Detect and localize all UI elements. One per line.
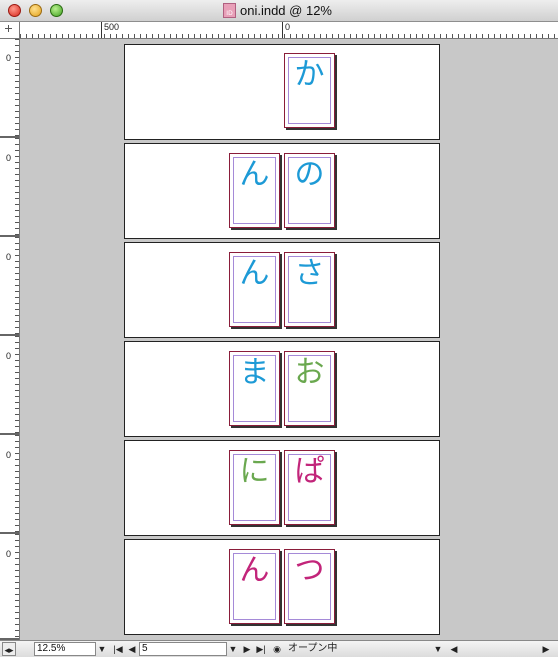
page-number-field[interactable]: 5 (139, 642, 227, 656)
ruler-label-0: 0 (6, 53, 12, 63)
zoom-dropdown-chevron-icon[interactable]: ▼ (96, 642, 108, 656)
zoom-level-value: 12.5% (37, 643, 66, 654)
ruler-label-0: 0 (6, 153, 12, 163)
ruler-label-0: 0 (6, 450, 12, 460)
ruler-major-tick (101, 22, 102, 38)
ruler-label-0: 0 (6, 549, 12, 559)
last-page-icon[interactable]: ▶| (255, 642, 267, 656)
ruler-label-500: 500 (104, 22, 120, 32)
page-right[interactable]: ぱ (284, 450, 335, 525)
document-status-text: オープン中 (288, 643, 338, 654)
open-status-icon[interactable]: ◉ (271, 642, 283, 656)
spread-4[interactable]: ま お (124, 341, 440, 437)
kana-character: つ (294, 553, 325, 588)
kana-character: の (294, 157, 325, 192)
kana-character: ん (239, 256, 270, 291)
page-right[interactable]: お (284, 351, 335, 426)
page-left[interactable]: ん (229, 252, 280, 327)
status-dropdown-chevron-icon[interactable]: ▼ (432, 642, 444, 656)
view-mode-toggle-icon[interactable]: ◂▸ (2, 642, 16, 656)
kana-character: に (239, 454, 270, 489)
page-left[interactable]: ん (229, 153, 280, 228)
vertical-ruler[interactable]: 0 0 0 0 0 0 (0, 39, 20, 640)
kana-character: か (294, 57, 325, 92)
status-bar: ◂▸ 12.5% ▼ |◀ ◀ 5 ▼ ▶ ▶| ◉ オープン中 ▼ ◀ ▶ (0, 640, 558, 657)
page-dropdown-chevron-icon[interactable]: ▼ (227, 642, 239, 656)
scroll-right-arrow-icon[interactable]: ▶ (536, 642, 556, 656)
spread-5[interactable]: に ぱ (124, 440, 440, 536)
next-page-icon[interactable]: ▶ (242, 642, 252, 656)
spread-1[interactable]: か (124, 44, 440, 140)
zoom-window-button[interactable] (50, 4, 63, 17)
kana-character: ん (239, 157, 270, 192)
scroll-left-arrow-icon[interactable]: ◀ (448, 642, 460, 656)
pasteboard[interactable]: か ん の ん さ ま お に ぱ ん つ (20, 39, 558, 640)
spread-2[interactable]: ん の (124, 143, 440, 239)
kana-character: ん (239, 553, 270, 588)
page-left[interactable]: ん (229, 549, 280, 624)
kana-character: ま (239, 355, 270, 390)
window-titlebar[interactable]: ID oni.indd @ 12% (0, 0, 558, 22)
crosshair-icon-vertical (8, 25, 9, 32)
close-window-button[interactable] (8, 4, 21, 17)
page-right[interactable]: か (284, 53, 335, 128)
spread-3[interactable]: ん さ (124, 242, 440, 338)
page-left[interactable]: ま (229, 351, 280, 426)
kana-character: お (294, 355, 325, 390)
previous-page-icon[interactable]: ◀ (127, 642, 137, 656)
zoom-level-field[interactable]: 12.5% (34, 642, 96, 656)
ruler-major-tick (282, 22, 283, 38)
page-right[interactable]: つ (284, 549, 335, 624)
horizontal-ruler[interactable]: 500 0 (20, 22, 558, 39)
page-right[interactable]: さ (284, 252, 335, 327)
ruler-origin-corner[interactable] (0, 22, 20, 39)
kana-character: ぱ (294, 454, 325, 489)
indesign-document-icon: ID (223, 3, 236, 18)
first-page-icon[interactable]: |◀ (112, 642, 124, 656)
page-number-value: 5 (142, 643, 148, 654)
page-right[interactable]: の (284, 153, 335, 228)
spread-6[interactable]: ん つ (124, 539, 440, 635)
ruler-label-0: 0 (6, 252, 12, 262)
window-title: oni.indd @ 12% (240, 3, 332, 18)
page-left[interactable]: に (229, 450, 280, 525)
ruler-label-0: 0 (285, 22, 291, 32)
ruler-label-0: 0 (6, 351, 12, 361)
kana-character: さ (294, 256, 325, 291)
minimize-window-button[interactable] (29, 4, 42, 17)
